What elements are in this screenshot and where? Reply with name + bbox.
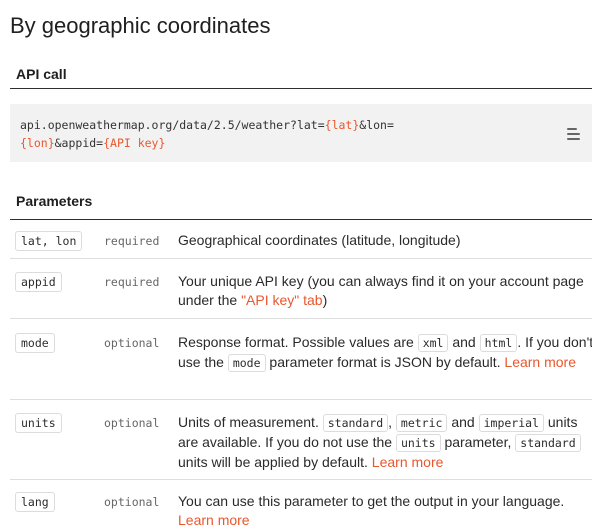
api-call-line-1: api.openweathermap.org/data/2.5/weather?… [20, 118, 394, 132]
desc-text: , [388, 414, 396, 430]
param-name-lat-lon: lat, lon [15, 231, 83, 251]
learn-more-link[interactable]: Learn more [178, 512, 250, 528]
param-requirement: required [104, 275, 160, 289]
desc-text: Units of measurement. [178, 414, 323, 430]
param-requirement: optional [104, 336, 160, 350]
param-name-lang: lang [15, 492, 55, 512]
api-call-line-2: {lon}&appid={API key} [20, 136, 165, 150]
param-name-mode: mode [15, 333, 55, 353]
api-var-lon: {lon} [20, 136, 55, 150]
desc-text: units will be applied by default. [178, 454, 372, 470]
desc-text: Your unique API key (you can always find… [178, 273, 584, 308]
param-description: Units of measurement. standard, metric a… [178, 413, 592, 472]
api-var-key: {API key} [103, 136, 166, 150]
param-description: Response format. Possible values are xml… [178, 333, 592, 373]
learn-more-link[interactable]: Learn more [504, 354, 576, 370]
desc-text: and [448, 334, 480, 350]
learn-more-link[interactable]: Learn more [372, 454, 444, 470]
hamburger-menu-icon[interactable] [567, 128, 581, 140]
row-separator [10, 318, 592, 319]
desc-text: parameter, [440, 434, 516, 450]
api-url-appid: &appid= [54, 136, 104, 150]
api-key-tab-link[interactable]: "API key" tab [241, 292, 323, 308]
desc-text: You can use this parameter to get the ou… [178, 493, 565, 509]
param-description: You can use this parameter to get the ou… [178, 492, 592, 530]
param-requirement: required [104, 234, 160, 248]
row-separator [10, 258, 592, 259]
code-imperial: imperial [478, 414, 544, 432]
code-mode: mode [227, 354, 266, 372]
api-url-lon: &lon= [359, 118, 394, 132]
desc-text: parameter format is JSON by default. [265, 354, 505, 370]
param-name-units: units [15, 413, 62, 433]
api-call-code-block: api.openweathermap.org/data/2.5/weather?… [10, 104, 592, 162]
api-var-lat: {lat} [324, 118, 360, 132]
desc-text: Response format. Possible values are [178, 334, 418, 350]
code-standard: standard [515, 434, 581, 452]
param-requirement: optional [104, 416, 160, 430]
desc-text: and [447, 414, 479, 430]
param-description: Your unique API key (you can always find… [178, 272, 592, 310]
row-separator [10, 479, 592, 480]
param-requirement: optional [104, 495, 160, 509]
parameters-rule [10, 219, 592, 220]
code-metric: metric [395, 414, 448, 432]
api-call-rule [10, 88, 592, 89]
desc-text: ) [322, 292, 328, 308]
api-call-heading: API call [16, 66, 67, 82]
api-url-base: api.openweathermap.org/data/2.5/weather?… [20, 118, 325, 132]
parameters-heading: Parameters [16, 193, 93, 209]
code-units: units [395, 434, 441, 452]
code-xml: xml [417, 334, 449, 352]
page-title: By geographic coordinates [10, 13, 271, 38]
param-name-appid: appid [15, 272, 62, 292]
param-description: Geographical coordinates (latitude, long… [178, 232, 461, 248]
code-html: html [479, 334, 518, 352]
code-standard: standard [322, 414, 389, 432]
row-separator [10, 399, 592, 400]
